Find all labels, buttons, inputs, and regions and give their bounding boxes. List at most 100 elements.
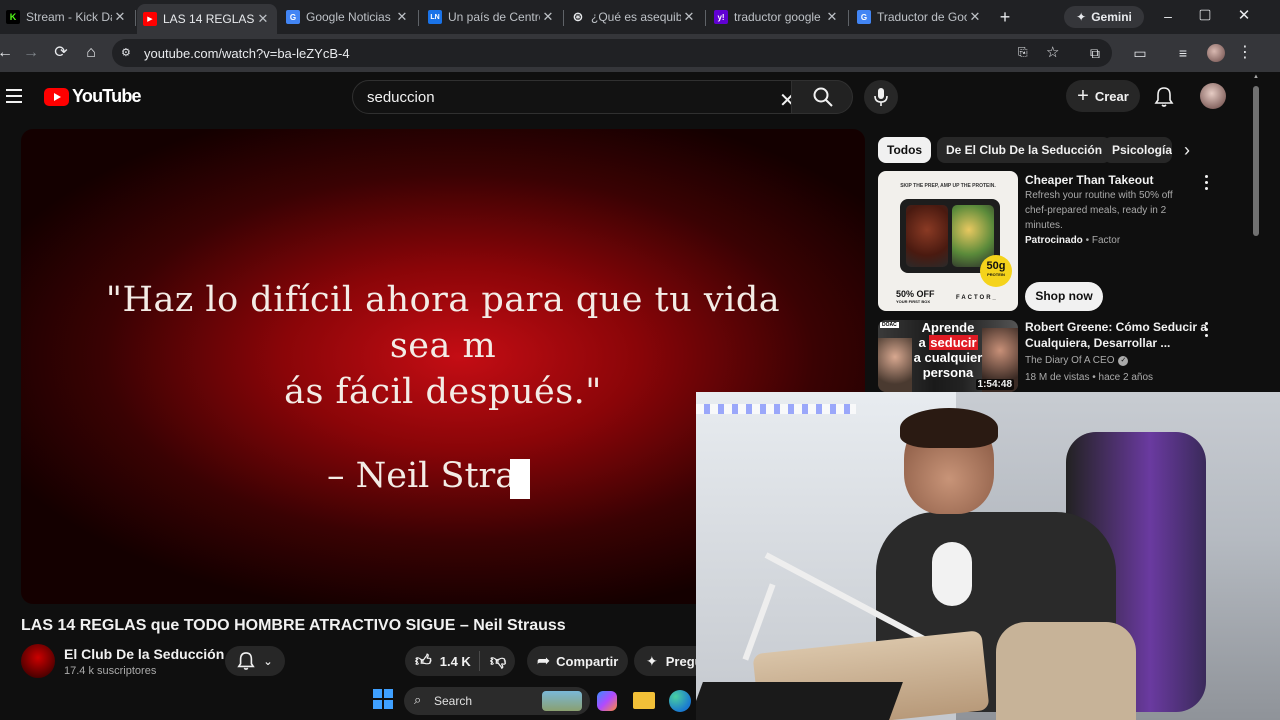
- profile-avatar[interactable]: [1207, 44, 1225, 62]
- ad-title[interactable]: Cheaper Than Takeout: [1025, 172, 1153, 188]
- notification-settings-button[interactable]: ⌄: [225, 646, 285, 676]
- copilot-icon[interactable]: [597, 691, 617, 711]
- create-button[interactable]: + Crear: [1066, 80, 1140, 112]
- channel-name[interactable]: El Club De la Seducción: [64, 646, 224, 662]
- browser-menu-icon[interactable]: ⋮: [1234, 42, 1256, 64]
- account-avatar[interactable]: [1200, 83, 1226, 109]
- minimize-window-icon[interactable]: –: [1160, 8, 1176, 24]
- thumbs-down-icon: 👎︎: [490, 652, 507, 670]
- page-scrollbar[interactable]: ▲: [1252, 72, 1260, 392]
- sidebar-channel-line[interactable]: The Diary Of A CEO ✓: [1025, 353, 1129, 368]
- chevron-right-icon[interactable]: ›: [1184, 140, 1190, 161]
- tab-divider: [848, 10, 849, 26]
- close-tab-icon[interactable]: ✕: [112, 9, 128, 25]
- like-button[interactable]: 👍︎ 1.4 K: [405, 651, 480, 671]
- offer-caption: YOUR FIRST BOX: [896, 299, 931, 304]
- windows-taskbar: ⌕ Search: [356, 683, 696, 720]
- close-tab-icon[interactable]: ✕: [255, 11, 271, 27]
- search-icon: [813, 87, 833, 107]
- tab-title: Un país de Centro: [448, 10, 540, 24]
- thumb-line: persona: [922, 365, 974, 380]
- gemini-sparkle-icon: ✦: [1076, 10, 1087, 24]
- forward-arrow-icon[interactable]: →: [20, 42, 42, 64]
- tab-divider: [135, 10, 136, 26]
- voice-search-button[interactable]: [864, 80, 898, 114]
- offer-badge: 50% OFF YOUR FIRST BOX: [896, 289, 935, 304]
- taskbar-search-box[interactable]: ⌕ Search: [404, 687, 590, 715]
- close-tab-icon[interactable]: ✕: [394, 9, 410, 25]
- ad-more-options-icon[interactable]: [1205, 175, 1209, 193]
- shop-now-button[interactable]: Shop now: [1025, 282, 1103, 311]
- notifications-bell-icon[interactable]: [1154, 86, 1174, 108]
- kick-favicon-icon: K: [6, 10, 20, 24]
- restore-window-icon[interactable]: [1199, 9, 1211, 21]
- close-tab-icon[interactable]: ✕: [824, 9, 840, 25]
- thumb-headline: Aprende a seducir a cualquier persona: [912, 320, 984, 380]
- search-input[interactable]: seduccion: [367, 89, 435, 106]
- video-title: LAS 14 REGLAS que TODO HOMBRE ATRACTIVO …: [21, 617, 566, 634]
- side-panel-icon[interactable]: ▭: [1129, 42, 1151, 64]
- chip-channel[interactable]: De El Club De la Seducción: [937, 137, 1112, 163]
- browser-tab-yahoo-translate[interactable]: y! traductor google - ✕: [708, 4, 846, 30]
- search-button[interactable]: [791, 80, 853, 114]
- verified-check-icon: ✓: [1118, 355, 1129, 366]
- extensions-icon[interactable]: ⧉: [1084, 42, 1106, 64]
- bookmark-star-icon[interactable]: ☆: [1046, 43, 1062, 61]
- back-arrow-icon[interactable]: ←: [0, 42, 16, 64]
- browser-tab-youtube[interactable]: ▶ LAS 14 REGLAS qu ✕: [137, 4, 277, 34]
- scroll-up-arrow-icon[interactable]: ▲: [1253, 74, 1259, 80]
- dislike-button[interactable]: 👎︎: [480, 652, 506, 671]
- video-title-sidebar[interactable]: Robert Greene: Cómo Seducir a Cualquiera…: [1025, 319, 1207, 351]
- gemini-button[interactable]: ✦ Gemini: [1064, 6, 1144, 28]
- video-more-options-icon[interactable]: [1205, 322, 1209, 340]
- youtube-logo[interactable]: YouTube: [44, 86, 142, 107]
- install-app-icon[interactable]: ⎘: [1018, 45, 1034, 61]
- site-settings-icon[interactable]: ⚙: [121, 46, 135, 60]
- protein-badge: 50g PROTEIN: [980, 255, 1012, 287]
- quote-line: "Haz lo difícil ahora para que tu vida s…: [105, 280, 781, 366]
- url-text: youtube.com/watch?v=ba-leZYcB-4: [144, 46, 350, 61]
- reload-icon[interactable]: ⟳: [50, 42, 72, 64]
- close-tab-icon[interactable]: ✕: [681, 9, 697, 25]
- hamburger-menu-icon[interactable]: [6, 89, 22, 103]
- chip-todos[interactable]: Todos: [878, 137, 932, 163]
- browser-tab-ln[interactable]: LN Un país de Centro ✕: [422, 4, 562, 30]
- subscriber-count: 17.4 k suscriptores: [64, 665, 157, 677]
- chip-psicologia[interactable]: Psicología: [1103, 137, 1172, 163]
- new-tab-button[interactable]: +: [994, 6, 1016, 28]
- person-hair: [900, 408, 998, 448]
- yahoo-favicon-icon: y!: [714, 10, 728, 24]
- browser-tab-asequibilidad[interactable]: ⊛ ¿Qué es asequibilic ✕: [565, 4, 703, 30]
- sponsored-label: Patrocinado: [1025, 235, 1083, 246]
- media-control-icon[interactable]: ≡: [1172, 42, 1194, 64]
- home-icon[interactable]: ⌂: [80, 42, 102, 64]
- badge-number: 50g: [986, 260, 1006, 272]
- close-window-icon[interactable]: ✕: [1236, 6, 1252, 24]
- close-tab-icon[interactable]: ✕: [967, 9, 983, 25]
- file-explorer-icon[interactable]: [633, 692, 655, 709]
- ad-description-line: Refresh your routine with 50% off: [1025, 190, 1173, 201]
- ad-thumbnail[interactable]: SKIP THE PREP, AMP UP THE PROTEIN. 50g P…: [878, 171, 1018, 311]
- gemini-label: Gemini: [1091, 10, 1132, 24]
- browser-toolbar: ← → ⟳ ⌂ ⚙ youtube.com/watch?v=ba-leZYcB-…: [0, 34, 1280, 72]
- address-bar[interactable]: ⚙ youtube.com/watch?v=ba-leZYcB-4 ⎘ ☆: [112, 39, 1112, 67]
- search-box[interactable]: seduccion ✕: [352, 80, 853, 114]
- edge-browser-icon[interactable]: [669, 690, 691, 712]
- scrollbar-thumb[interactable]: [1253, 86, 1259, 236]
- search-icon: ⌕: [414, 692, 422, 707]
- tab-title: Traductor de Goog: [877, 10, 967, 24]
- create-label: Crear: [1094, 88, 1129, 104]
- share-button[interactable]: ➦ Compartir: [527, 646, 628, 676]
- video-thumbnail[interactable]: DOAC Aprende a seducir a cualquier perso…: [878, 320, 1018, 392]
- browser-tab-google-news[interactable]: G Google Noticias - I ✕: [280, 4, 416, 30]
- windows-start-icon[interactable]: [373, 689, 393, 709]
- browser-tab-google-translate[interactable]: G Traductor de Goog ✕: [851, 4, 989, 30]
- browser-tab-kick[interactable]: K Stream - Kick Dash ✕: [0, 4, 134, 30]
- ask-button[interactable]: ✦ Pregu: [634, 646, 696, 676]
- channel-avatar[interactable]: [21, 644, 55, 678]
- offer-text: 50% OFF: [896, 289, 935, 299]
- close-tab-icon[interactable]: ✕: [540, 9, 556, 25]
- typing-cursor: [510, 459, 530, 499]
- thumbs-up-icon: 👍︎: [415, 652, 432, 670]
- google-translate-favicon-icon: G: [857, 10, 871, 24]
